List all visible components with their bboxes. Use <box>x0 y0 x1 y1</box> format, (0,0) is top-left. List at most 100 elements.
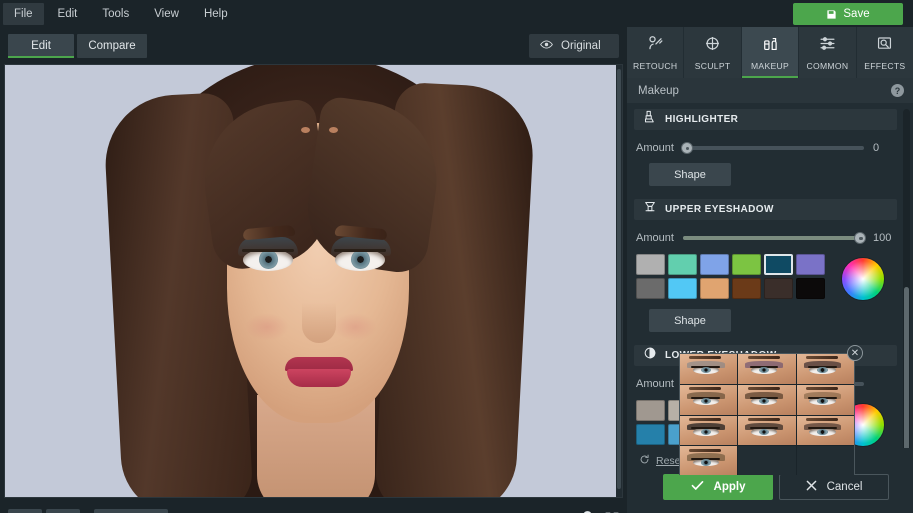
reset-button[interactable]: Reset <box>94 509 169 513</box>
effects-frame-icon <box>876 35 893 57</box>
original-toggle-button[interactable]: Original <box>529 34 619 58</box>
swatch-u3[interactable] <box>700 254 729 275</box>
apply-button[interactable]: Apply <box>663 474 773 500</box>
apply-button-label: Apply <box>713 481 746 493</box>
cheek-left <box>245 313 289 341</box>
tools-panel: RETOUCH SCULPT MAKEUP COMMON EFFECTS Mak… <box>627 27 913 513</box>
swatch-u8[interactable] <box>668 278 697 299</box>
question-mark-icon[interactable]: ? <box>891 84 904 97</box>
menu-item-view[interactable]: View <box>143 3 190 25</box>
swatch-l7[interactable] <box>636 424 665 445</box>
swatch-u5-selected[interactable] <box>764 254 793 275</box>
x-icon <box>806 480 817 494</box>
section-upper-eyeshadow-header[interactable]: UPPER EYESHADOW <box>634 199 897 220</box>
tab-makeup-label: MAKEUP <box>750 60 790 71</box>
menu-item-edit[interactable]: Edit <box>47 3 89 25</box>
swatch-u11[interactable] <box>764 278 793 299</box>
swatch-u7[interactable] <box>636 278 665 299</box>
save-button[interactable]: Save <box>793 3 903 25</box>
redo-button[interactable] <box>46 509 80 513</box>
tab-effects-label: EFFECTS <box>864 60 906 71</box>
highlighter-amount-value: 0 <box>873 142 880 154</box>
eye-preset-7[interactable] <box>680 415 738 446</box>
nostril-left <box>301 127 310 133</box>
highlighter-pen-icon <box>643 110 657 129</box>
section-upper-eyeshadow-title: UPPER EYESHADOW <box>665 204 774 215</box>
lower-eyeshadow-icon <box>643 346 657 365</box>
upper-eyeshadow-amount-label: Amount <box>636 232 674 244</box>
swatch-u1[interactable] <box>636 254 665 275</box>
upper-eyeshadow-slider-handle[interactable] <box>854 231 866 244</box>
workspace-tabs: Edit Compare Original <box>0 27 627 62</box>
tab-common[interactable]: COMMON <box>799 27 857 78</box>
eye-preset-6[interactable] <box>796 384 854 415</box>
highlighter-amount-label: Amount <box>636 142 674 154</box>
menu-item-file[interactable]: File <box>3 2 44 25</box>
bottom-toolbar: Reset 27% 1:1 <box>0 502 627 513</box>
tab-sculpt-label: SCULPT <box>694 60 731 71</box>
nostril-right <box>329 127 338 133</box>
upper-eyeshadow-shape-button[interactable]: Shape <box>649 309 731 332</box>
eye-preset-10[interactable] <box>680 446 738 475</box>
portrait-photo <box>5 65 617 497</box>
panel-scroll-body: HIGHLIGHTER Amount 0 Shape UPPER EYESHAD… <box>627 103 913 475</box>
cancel-button[interactable]: Cancel <box>779 474 889 500</box>
swatch-u10[interactable] <box>732 278 761 299</box>
eye-preset-1[interactable] <box>680 354 738 384</box>
swatch-u2[interactable] <box>668 254 697 275</box>
tab-retouch-label: RETOUCH <box>632 60 678 71</box>
eye-preset-5[interactable] <box>738 384 796 415</box>
iris-left <box>259 250 278 269</box>
menu-item-tools[interactable]: Tools <box>91 3 140 25</box>
swatch-u9[interactable] <box>700 278 729 299</box>
highlighter-slider-handle[interactable] <box>680 141 693 154</box>
upper-eyeshadow-amount-slider[interactable] <box>682 231 866 244</box>
workspace: Edit Compare Original <box>0 27 627 513</box>
eye-preset-8[interactable] <box>738 415 796 446</box>
eye-preset-3[interactable] <box>796 354 854 384</box>
sculpt-target-icon <box>704 35 721 57</box>
color-wheel-icon-upper[interactable] <box>841 257 885 301</box>
sliders-icon <box>819 35 836 57</box>
tab-effects[interactable]: EFFECTS <box>856 27 913 78</box>
eye-preset-4[interactable] <box>680 384 738 415</box>
original-toggle-label: Original <box>561 40 601 52</box>
tab-edit[interactable]: Edit <box>8 34 74 58</box>
save-button-label: Save <box>843 8 870 20</box>
floppy-disk-icon <box>826 9 837 20</box>
highlighter-amount-slider[interactable] <box>680 141 864 154</box>
tab-sculpt[interactable]: SCULPT <box>684 27 742 78</box>
section-highlighter-header[interactable]: HIGHLIGHTER <box>634 109 897 130</box>
tab-retouch[interactable]: RETOUCH <box>627 27 685 78</box>
upper-eyeshadow-amount-value: 100 <box>873 232 892 244</box>
upper-eyeshadow-slider-fill <box>682 236 864 240</box>
retouch-wand-icon <box>647 35 664 57</box>
menu-item-help[interactable]: Help <box>193 3 239 25</box>
swatch-u4[interactable] <box>732 254 761 275</box>
eye-icon <box>540 38 553 54</box>
section-highlighter-title: HIGHLIGHTER <box>665 114 739 125</box>
upper-eyeshadow-amount-row: Amount 100 <box>636 231 897 244</box>
swatch-u6[interactable] <box>796 254 825 275</box>
canvas-scrollbar-vertical[interactable] <box>616 65 622 497</box>
swatch-u12[interactable] <box>796 278 825 299</box>
menu-bar: File Edit Tools View Help <box>0 0 913 27</box>
highlighter-shape-button[interactable]: Shape <box>649 163 731 186</box>
eye-preset-2[interactable] <box>738 354 796 384</box>
panel-scrollbar-thumb[interactable] <box>904 287 909 452</box>
image-canvas[interactable] <box>4 64 623 498</box>
eye-right <box>335 249 385 271</box>
lower-eyeshadow-amount-label: Amount <box>636 378 674 390</box>
eye-preset-9[interactable] <box>796 415 854 446</box>
cheek-right <box>333 313 377 341</box>
eyeshadow-compact-icon <box>643 200 657 219</box>
refresh-icon <box>639 454 650 468</box>
tab-compare[interactable]: Compare <box>77 34 147 58</box>
undo-button[interactable] <box>8 509 42 513</box>
upper-eyeshadow-swatch-grid <box>636 254 828 299</box>
panel-title-bar: Makeup ? <box>627 78 913 103</box>
close-icon[interactable]: ✕ <box>847 345 863 361</box>
eye-left <box>243 249 293 271</box>
tab-makeup[interactable]: MAKEUP <box>741 27 800 78</box>
swatch-l1[interactable] <box>636 400 665 421</box>
